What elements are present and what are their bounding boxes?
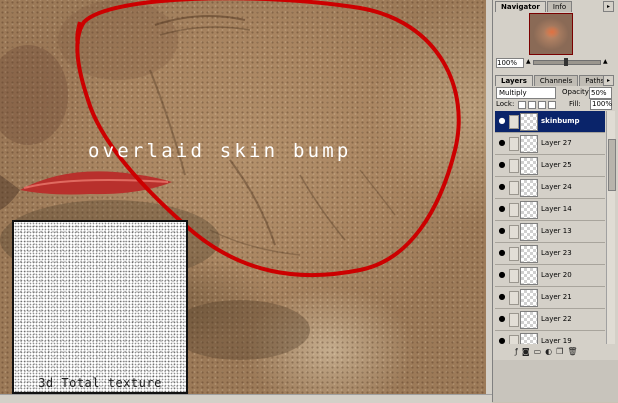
layer-row[interactable]: ● Layer 24 [495,177,605,199]
link-icon[interactable] [509,335,519,344]
fill-label: Fill: [569,100,581,108]
layer-name: Layer 19 [541,337,572,344]
layer-name: Layer 13 [541,227,572,235]
tab-navigator[interactable]: Navigator [495,1,546,12]
layer-style-icon[interactable]: ƒ [515,347,518,357]
layer-row[interactable]: ● Layer 25 [495,155,605,177]
eye-icon[interactable]: ● [497,248,507,258]
eye-icon[interactable]: ● [497,292,507,302]
layer-thumbnail [520,179,538,197]
eye-icon[interactable]: ● [497,336,507,344]
layer-name: skinbump [541,117,580,125]
fill-field[interactable]: 100% [590,99,612,110]
link-icon[interactable] [509,291,519,305]
tab-info[interactable]: Info [546,1,573,12]
layer-row[interactable]: ● Layer 27 [495,133,605,155]
panels-area: Navigator Info ▸ 100% ▲ ▲ Layers Channel… [492,0,618,402]
layer-name: Layer 14 [541,205,572,213]
layer-name: Layer 22 [541,315,572,323]
layer-thumbnail [520,113,538,131]
zoom-out-icon[interactable]: ▲ [526,58,531,65]
layer-row[interactable]: ● Layer 13 [495,221,605,243]
layer-thumbnail [520,223,538,241]
lock-all-checkbox[interactable] [548,101,556,109]
layer-row[interactable]: ● Layer 19 [495,331,605,344]
eye-icon[interactable]: ● [497,226,507,236]
link-icon[interactable] [509,225,519,239]
layer-name: Layer 21 [541,293,572,301]
layer-name: Layer 25 [541,161,572,169]
eye-icon[interactable]: ● [497,314,507,324]
layer-thumbnail [520,245,538,263]
layer-thumbnail [520,311,538,329]
link-icon[interactable] [509,247,519,261]
layer-row[interactable]: ● Layer 22 [495,309,605,331]
eye-icon[interactable]: ● [497,116,507,126]
layer-row[interactable]: ● Layer 23 [495,243,605,265]
opacity-field[interactable]: 50% [589,87,612,99]
trash-icon[interactable]: 🗑 [567,347,577,357]
layer-list: ● skinbump ● Layer 27 ● Layer 25 ● Layer 24 ● Lay… [495,111,605,344]
adjustment-icon[interactable]: ◐ [545,347,552,357]
eye-icon[interactable]: ● [497,138,507,148]
eye-icon[interactable]: ● [497,270,507,280]
lock-transparency-checkbox[interactable] [518,101,526,109]
layer-thumbnail [520,289,538,307]
layers-tabs: Layers Channels Paths [495,75,611,86]
layers-menu-button[interactable]: ▸ [603,75,614,86]
link-icon[interactable] [509,115,519,129]
navigator-thumbnail[interactable] [529,13,573,55]
layer-row[interactable]: ● Layer 14 [495,199,605,221]
layers-toolbar: ƒ ◙ ▭ ◐ ❐ 🗑 [495,347,618,357]
layer-row[interactable]: ● skinbump [495,111,605,133]
navigator-tabs: Navigator Info [495,1,573,12]
layers-scrollbar-thumb[interactable] [608,139,616,191]
layer-thumbnail [520,267,538,285]
eye-icon[interactable]: ● [497,182,507,192]
new-set-icon[interactable]: ▭ [534,347,542,357]
tab-channels[interactable]: Channels [533,75,579,86]
eye-icon[interactable]: ● [497,160,507,170]
link-icon[interactable] [509,203,519,217]
texture-inset: 3d Total texture [12,220,188,394]
navigator-menu-button[interactable]: ▸ [603,1,614,12]
texture-caption: 3d Total texture [38,376,162,390]
new-layer-icon[interactable]: ❐ [556,347,563,357]
link-icon[interactable] [509,313,519,327]
lock-label: Lock: [496,100,515,108]
zoom-slider[interactable] [533,58,601,66]
layer-thumbnail [520,333,538,344]
layer-thumbnail [520,135,538,153]
opacity-label: Opacity: [562,88,591,96]
noise-texture [14,222,186,392]
layer-name: Layer 27 [541,139,572,147]
layer-name: Layer 24 [541,183,572,191]
document-canvas[interactable]: overlaid skin bump 3d Total texture [0,0,492,394]
eye-icon[interactable]: ● [497,204,507,214]
tab-layers[interactable]: Layers [495,75,533,86]
layer-thumbnail [520,157,538,175]
link-icon[interactable] [509,269,519,283]
link-icon[interactable] [509,159,519,173]
layer-row[interactable]: ● Layer 21 [495,287,605,309]
zoom-in-icon[interactable]: ▲ [603,58,608,65]
layer-row[interactable]: ● Layer 20 [495,265,605,287]
lock-position-checkbox[interactable] [538,101,546,109]
mask-icon[interactable]: ◙ [522,347,530,357]
zoom-slider-handle[interactable] [564,58,568,66]
link-icon[interactable] [509,137,519,151]
layer-thumbnail [520,201,538,219]
annotation-label: overlaid skin bump [88,140,352,162]
link-icon[interactable] [509,181,519,195]
zoom-field[interactable]: 100% [496,58,524,68]
lock-image-checkbox[interactable] [528,101,536,109]
panel-empty-area [493,360,618,402]
layer-name: Layer 20 [541,271,572,279]
layer-name: Layer 23 [541,249,572,257]
blend-mode-select[interactable]: Multiply [496,87,556,99]
layers-scrollbar[interactable] [606,111,616,344]
